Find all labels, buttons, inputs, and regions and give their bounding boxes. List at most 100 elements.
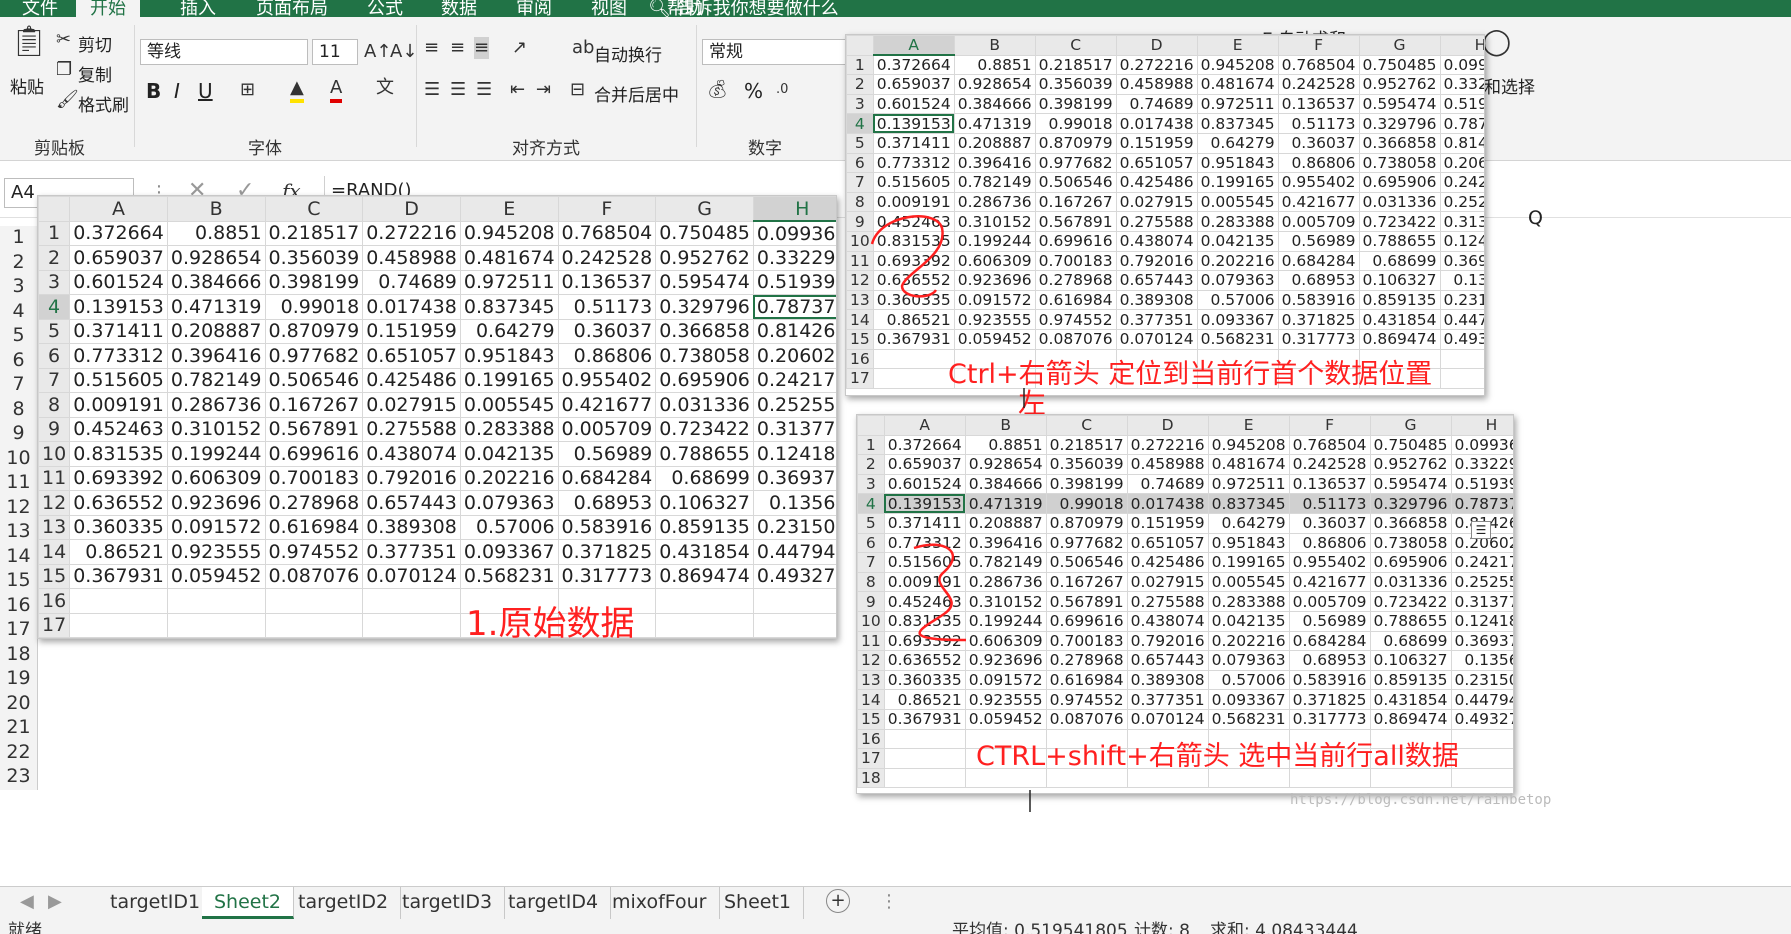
merge-center-button[interactable]: 合并后居中 <box>594 81 679 106</box>
cell[interactable]: 0.86806 <box>1288 532 1371 554</box>
cell[interactable]: 0.079363 <box>1196 270 1279 291</box>
cell[interactable]: 0.087076 <box>264 563 364 589</box>
cell[interactable]: 0.782149 <box>964 552 1047 573</box>
cell[interactable]: 0.139153 <box>883 493 966 514</box>
cell[interactable]: 0.768504 <box>557 220 657 246</box>
fill-color-icon[interactable]: ▲ <box>290 77 304 103</box>
cell[interactable]: 0.782149 <box>166 367 266 393</box>
menu-item-3[interactable]: 插入 <box>180 0 216 17</box>
row-header[interactable]: 11 <box>0 471 38 496</box>
cell[interactable] <box>362 588 461 614</box>
cell[interactable]: 0.952762 <box>1369 454 1452 475</box>
cell[interactable]: 0.493276 <box>752 563 836 589</box>
cell[interactable]: 0.360335 <box>872 289 955 311</box>
cell[interactable]: 0.773312 <box>872 152 955 174</box>
scroll-left-icon[interactable]: ◀ <box>20 891 34 913</box>
cell[interactable]: 0.356039 <box>1034 74 1117 95</box>
cell[interactable]: 0.695906 <box>1358 172 1441 193</box>
cell[interactable]: 0.636552 <box>69 490 168 516</box>
cell[interactable]: 0.56989 <box>1277 230 1360 252</box>
cell[interactable]: 0.814265 <box>1439 132 1484 154</box>
cell[interactable]: 0.977682 <box>1045 532 1128 554</box>
cell[interactable]: 0.332293 <box>1439 74 1484 95</box>
cell[interactable] <box>1439 348 1484 370</box>
scrollbar-corner[interactable] <box>1560 780 1790 804</box>
cell[interactable]: 0.8851 <box>166 220 266 246</box>
cell[interactable]: 0.366858 <box>1358 132 1441 154</box>
format-painter-button[interactable]: 格式刷 <box>78 91 129 116</box>
row-header[interactable]: 17 <box>38 612 71 638</box>
cell[interactable]: 0.64279 <box>1207 512 1290 534</box>
cell[interactable]: 0.317773 <box>557 563 657 589</box>
cell[interactable]: 0.286736 <box>953 191 1036 213</box>
cell[interactable]: 0.091572 <box>166 514 266 540</box>
cell[interactable] <box>362 612 461 638</box>
cell[interactable]: 0.389308 <box>1115 289 1198 311</box>
cell[interactable]: 0.231504 <box>1439 289 1484 311</box>
row-header[interactable]: 4 <box>846 113 874 134</box>
cell[interactable]: 0.425486 <box>1115 172 1198 193</box>
cell[interactable]: 0.252553 <box>752 392 836 418</box>
column-header[interactable]: A <box>872 35 955 57</box>
column-header[interactable]: E <box>459 196 559 222</box>
cell[interactable]: 0.787374 <box>1450 493 1513 514</box>
row-header[interactable]: 6 <box>857 532 885 554</box>
row-header[interactable]: 4 <box>857 493 885 514</box>
cell[interactable] <box>69 588 168 614</box>
cell[interactable]: 0.595474 <box>655 269 754 295</box>
cell[interactable]: 0.36037 <box>1288 512 1371 534</box>
cell[interactable]: 0.396416 <box>953 152 1036 174</box>
menu-item-4[interactable]: 页面布局 <box>256 0 328 17</box>
cell[interactable]: 0.13567 <box>1439 270 1484 291</box>
cell[interactable]: 0.367931 <box>872 328 955 350</box>
row-header[interactable]: 10 <box>846 230 874 252</box>
cell[interactable]: 0.124182 <box>1450 610 1513 632</box>
sheet-tab[interactable]: Sheet1 <box>712 887 805 919</box>
cell[interactable]: 0.684284 <box>1288 630 1371 652</box>
cell[interactable]: 0.252553 <box>1450 571 1513 593</box>
cell[interactable] <box>872 348 955 370</box>
cell[interactable]: 0.74689 <box>362 269 461 295</box>
paste-icon[interactable]: 📋︎ <box>10 27 48 67</box>
cell[interactable]: 0.974552 <box>264 539 364 565</box>
row-header[interactable]: 23 <box>0 765 38 790</box>
row-header[interactable]: 3 <box>38 269 71 295</box>
cell[interactable]: 0.313775 <box>752 416 836 442</box>
column-header[interactable]: F <box>557 196 657 222</box>
cell[interactable]: 0.699616 <box>1045 610 1128 632</box>
cell[interactable]: 0.371411 <box>872 132 955 154</box>
row-header[interactable]: 2 <box>846 74 874 95</box>
row-header[interactable]: 14 <box>857 689 885 710</box>
cell[interactable]: 0.366858 <box>1369 512 1452 534</box>
row-header[interactable]: 10 <box>38 441 71 467</box>
cell[interactable]: 0.923696 <box>964 650 1047 671</box>
cell[interactable]: 0.377351 <box>362 539 461 565</box>
cell[interactable]: 0.601524 <box>872 93 955 115</box>
cell[interactable]: 0.723422 <box>655 416 754 442</box>
cell[interactable]: 0.684284 <box>1277 250 1360 272</box>
cell[interactable]: 0.042135 <box>1207 610 1290 632</box>
cell[interactable]: 0.695906 <box>655 367 754 393</box>
cell[interactable]: 0.199165 <box>1207 552 1290 573</box>
cell[interactable]: 0.371825 <box>1277 309 1360 330</box>
cell[interactable]: 0.471319 <box>964 493 1047 514</box>
align-left-icon[interactable]: ☰ <box>424 79 440 101</box>
column-header[interactable]: H <box>1450 415 1513 436</box>
cell[interactable] <box>752 612 836 638</box>
cell[interactable]: 0.481674 <box>1207 454 1290 475</box>
cell[interactable]: 0.278968 <box>1045 650 1128 671</box>
row-header[interactable]: 18 <box>857 767 885 789</box>
cell[interactable]: 0.56989 <box>1288 610 1371 632</box>
cell[interactable]: 0.923555 <box>964 689 1047 710</box>
cell[interactable]: 0.923555 <box>953 309 1036 330</box>
cell[interactable]: 0.567891 <box>264 416 364 442</box>
row-header[interactable]: 17 <box>857 748 885 769</box>
cell[interactable]: 0.286736 <box>166 392 266 418</box>
cell[interactable]: 0.070124 <box>1126 708 1209 730</box>
row-header[interactable]: 13 <box>846 289 874 311</box>
cell[interactable]: 0.017438 <box>1126 493 1209 514</box>
cell[interactable]: 0.601524 <box>69 269 168 295</box>
cell[interactable]: 0.788655 <box>1358 230 1441 252</box>
row-header[interactable]: 8 <box>0 397 38 422</box>
cell[interactable]: 0.313775 <box>1450 591 1513 612</box>
